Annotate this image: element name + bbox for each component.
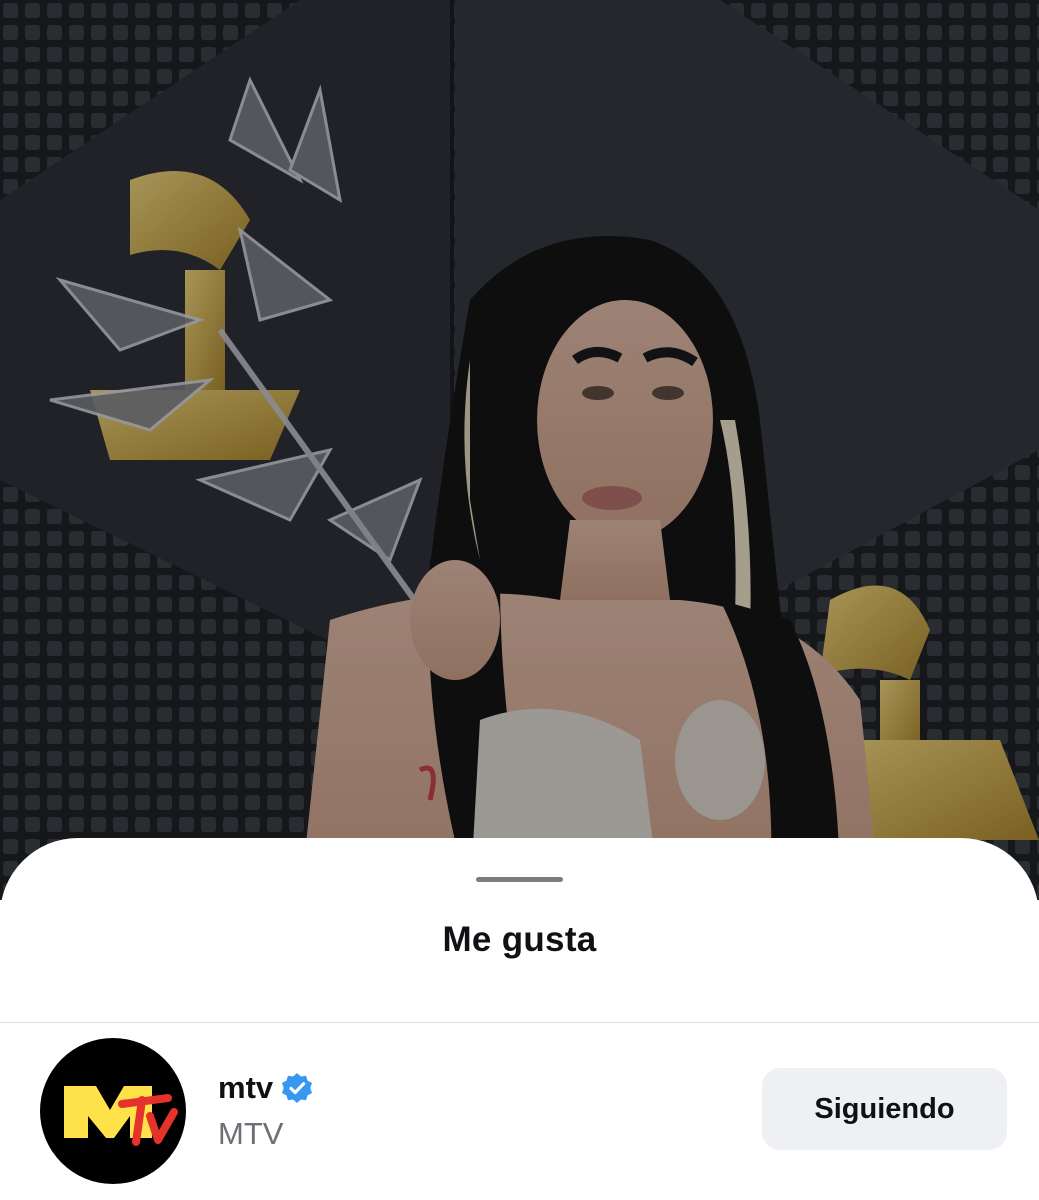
username-line: mtv (218, 1070, 313, 1106)
username[interactable]: mtv (218, 1070, 273, 1106)
like-list-item[interactable]: mtv MTV Siguiendo (0, 1038, 1039, 1188)
following-button[interactable]: Siguiendo (762, 1068, 1007, 1150)
post-photo-background (0, 0, 1039, 900)
sheet-title: Me gusta (442, 920, 597, 959)
avatar[interactable] (40, 1038, 186, 1184)
mtv-logo-icon (64, 1086, 178, 1146)
display-name: MTV (218, 1116, 284, 1151)
likes-bottom-sheet: Me gusta mtv MTV Siguiendo (0, 838, 1039, 1200)
verified-badge-icon (281, 1072, 313, 1104)
sheet-divider (0, 1022, 1039, 1023)
sheet-grabber-handle[interactable] (476, 877, 563, 882)
